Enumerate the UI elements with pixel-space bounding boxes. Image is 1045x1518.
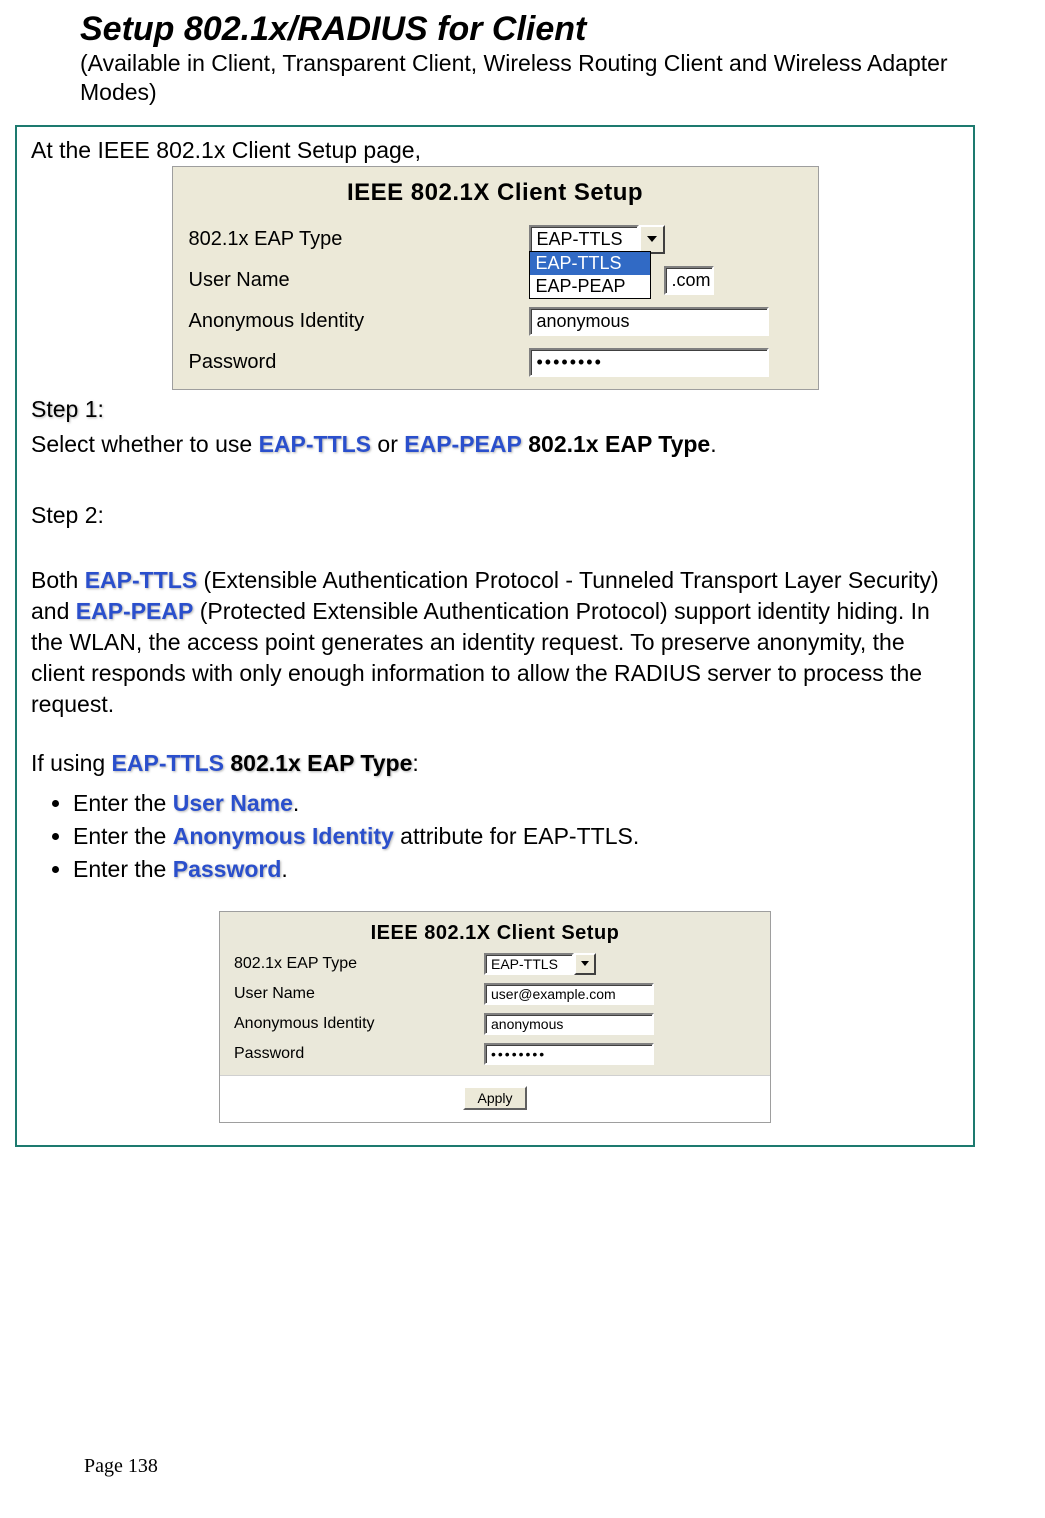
keyword-eap-peap: EAP-PEAP [76, 598, 194, 624]
row-user-name: User Name .com [173, 260, 818, 301]
label-eap-type: 802.1x EAP Type [189, 228, 529, 251]
bullet-item: Enter the Anonymous Identity attribute f… [73, 820, 959, 853]
instructions-box: At the IEEE 802.1x Client Setup page, IE… [15, 125, 975, 1147]
keyword-eap-ttls: EAP-TTLS [85, 567, 197, 593]
step-1-text: Select whether to use EAP-TTLS or EAP-PE… [31, 431, 959, 458]
row-eap-type: 802.1x EAP Type EAP-TTLS EAP-TTLS EAP-PE… [173, 219, 818, 260]
text-fragment: : [412, 750, 418, 776]
apply-row: Apply [220, 1075, 770, 1122]
keyword-eap-ttls: EAP-TTLS [112, 750, 224, 776]
text-fragment: If using [31, 750, 112, 776]
text-fragment: attribute for EAP-TTLS. [394, 823, 639, 849]
dropdown-option-peap[interactable]: EAP-PEAP [530, 275, 650, 298]
label-password: Password [234, 1045, 484, 1063]
intro-text: At the IEEE 802.1x Client Setup page, [31, 137, 959, 164]
row-anon-identity: Anonymous Identity anonymous [173, 301, 818, 342]
eap-type-select[interactable]: EAP-TTLS [529, 225, 639, 254]
keyword-anon-identity: Anonymous Identity [173, 823, 394, 849]
dropdown-option-ttls[interactable]: EAP-TTLS [530, 252, 650, 275]
screenshot-1: IEEE 802.1X Client Setup 802.1x EAP Type… [172, 166, 819, 390]
text-fragment: Both [31, 567, 85, 593]
password-input[interactable]: •••••••• [529, 348, 769, 377]
step-2-label: Step 2: [31, 502, 959, 529]
eap-type-dropdown: EAP-TTLS EAP-PEAP [529, 251, 651, 299]
step-2-paragraph: Both EAP-TTLS (Extensible Authentication… [31, 565, 959, 720]
text-fragment: Enter the [73, 856, 173, 882]
keyword-eap-ttls: EAP-TTLS [259, 431, 371, 457]
row-anon-identity: Anonymous Identity anonymous [220, 1009, 770, 1039]
step-1-label: Step 1: [31, 396, 959, 423]
label-eap-type: 802.1x EAP Type [234, 955, 484, 973]
page-footer: Page 138 [84, 1455, 158, 1478]
dropdown-arrow-icon[interactable] [574, 953, 596, 975]
eap-type-select[interactable]: EAP-TTLS [484, 953, 574, 975]
shot1-title: IEEE 802.1X Client Setup [173, 167, 818, 219]
keyword-user-name: User Name [173, 790, 293, 816]
user-name-input-fragment[interactable]: .com [664, 266, 714, 295]
dropdown-arrow-icon[interactable] [639, 225, 665, 254]
anon-identity-input[interactable]: anonymous [484, 1013, 654, 1035]
page-subtitle: (Available in Client, Transparent Client… [80, 49, 975, 107]
password-input[interactable]: •••••••• [484, 1043, 654, 1065]
text-fragment: . [293, 790, 299, 816]
label-user-name: User Name [189, 269, 529, 292]
keyword-eap-peap: EAP-PEAP [404, 431, 522, 457]
label-anon-identity: Anonymous Identity [189, 310, 529, 333]
row-password: Password •••••••• [173, 342, 818, 389]
text-fragment: or [371, 431, 404, 457]
anon-identity-input[interactable]: anonymous [529, 307, 769, 336]
text-fragment: Enter the [73, 823, 173, 849]
page-title: Setup 802.1x/RADIUS for Client [80, 10, 975, 49]
text-fragment: Enter the [73, 790, 173, 816]
text-fragment: . [710, 431, 716, 457]
screenshot-2: IEEE 802.1X Client Setup 802.1x EAP Type… [219, 911, 771, 1123]
keyword-password: Password [173, 856, 282, 882]
row-password: Password •••••••• [220, 1039, 770, 1075]
bullet-list: Enter the User Name. Enter the Anonymous… [31, 787, 959, 887]
label-user-name: User Name [234, 985, 484, 1003]
apply-button[interactable]: Apply [463, 1086, 526, 1110]
shot2-title: IEEE 802.1X Client Setup [220, 912, 770, 949]
label-anon-identity: Anonymous Identity [234, 1015, 484, 1033]
label-password: Password [189, 351, 529, 374]
text-fragment: . [281, 856, 287, 882]
row-eap-type: 802.1x EAP Type EAP-TTLS [220, 949, 770, 979]
bullet-item: Enter the Password. [73, 853, 959, 886]
keyword-eap-type: 802.1x EAP Type [230, 750, 412, 776]
row-user-name: User Name user@example.com [220, 979, 770, 1009]
keyword-eap-type: 802.1x EAP Type [528, 431, 710, 457]
user-name-input[interactable]: user@example.com [484, 983, 654, 1005]
if-using-text: If using EAP-TTLS 802.1x EAP Type: [31, 750, 959, 777]
text-fragment: Select whether to use [31, 431, 259, 457]
bullet-item: Enter the User Name. [73, 787, 959, 820]
